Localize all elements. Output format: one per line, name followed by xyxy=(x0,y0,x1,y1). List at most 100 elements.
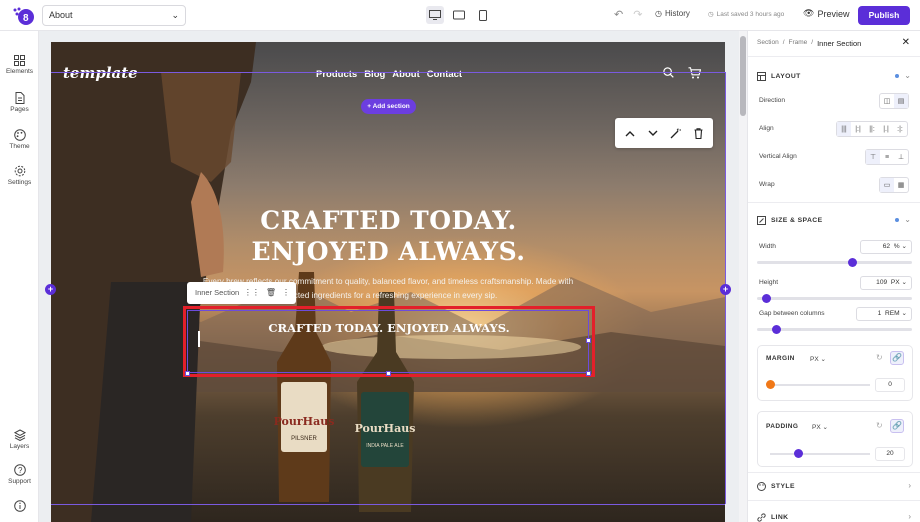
publish-button[interactable]: Publish xyxy=(858,6,910,25)
nav-link-blog[interactable]: Blog xyxy=(364,69,385,80)
page-select[interactable]: About ⌄ xyxy=(42,5,186,26)
padding-slider[interactable] xyxy=(770,453,870,455)
sidebar-item-settings[interactable]: Settings xyxy=(0,165,39,186)
valign-top-icon[interactable]: ⊤ xyxy=(866,150,880,164)
inner-section-frame[interactable] xyxy=(187,310,589,373)
gap-label: Gap between columns xyxy=(759,310,825,317)
sidebar-item-elements[interactable]: Elements xyxy=(0,55,39,75)
canvas-scrollbar[interactable] xyxy=(740,36,746,116)
layout-section-header[interactable]: LAYOUT xyxy=(757,72,801,81)
valign-bottom-icon[interactable]: ⊥ xyxy=(894,150,908,164)
width-value: 62 xyxy=(882,243,891,250)
svg-text:?: ? xyxy=(18,466,23,475)
gap-slider-knob[interactable] xyxy=(772,325,781,334)
undo-icon[interactable]: ↶ xyxy=(614,8,623,21)
breadcrumb-section[interactable]: Section xyxy=(757,39,779,48)
resize-handle[interactable] xyxy=(185,371,190,376)
sidebar-item-pages[interactable]: Pages xyxy=(0,92,39,113)
margin-value-input[interactable]: 0 xyxy=(875,378,905,392)
trash-icon[interactable]: 🗑 xyxy=(266,282,276,304)
site-logo[interactable]: template xyxy=(63,64,138,82)
height-unit[interactable]: PX xyxy=(891,279,900,286)
height-input[interactable]: 109 PX ⌄ xyxy=(860,276,912,290)
info-button[interactable] xyxy=(0,500,39,514)
direction-column-icon[interactable]: ▤ xyxy=(894,94,908,108)
editor-canvas[interactable]: PourHaus PILSNER PourHaus INDIA PALE ALE… xyxy=(39,31,739,522)
move-up-icon[interactable] xyxy=(625,130,635,137)
sidebar-item-layers[interactable]: Layers xyxy=(0,429,39,450)
link-icon xyxy=(757,513,766,522)
magic-wand-icon[interactable] xyxy=(670,128,682,139)
height-slider-knob[interactable] xyxy=(762,294,771,303)
padding-value-input[interactable]: 20 xyxy=(875,447,905,461)
size-space-section-header[interactable]: SIZE & SPACE xyxy=(757,216,823,225)
align-between-icon[interactable]: |.| xyxy=(879,122,893,136)
divider xyxy=(748,56,920,57)
padding-unit-select[interactable]: PX ⌄ xyxy=(812,423,828,431)
wrap-icon[interactable]: ▦ xyxy=(894,178,908,192)
link-values-icon[interactable]: 🔗 xyxy=(890,419,904,433)
reset-icon[interactable]: ↻ xyxy=(876,421,883,430)
info-icon xyxy=(13,500,26,512)
style-section-header[interactable]: STYLE xyxy=(757,482,795,491)
link-section-header[interactable]: LINK xyxy=(757,513,788,522)
resize-handle[interactable] xyxy=(586,338,591,343)
gap-slider[interactable] xyxy=(757,325,912,334)
breadcrumb-frame[interactable]: Frame xyxy=(789,39,808,48)
hero-headline[interactable]: CRAFTED TODAY. ENJOYED ALWAYS. xyxy=(226,205,551,267)
inner-section-title[interactable]: CRAFTED TODAY. ENJOYED ALWAYS. xyxy=(188,321,590,335)
height-slider[interactable] xyxy=(757,294,912,303)
nav-link-about[interactable]: About xyxy=(392,69,419,80)
sidebar-item-support[interactable]: ? Support xyxy=(0,464,39,485)
margin-unit-select[interactable]: PX ⌄ xyxy=(810,355,826,363)
margin-slider-knob[interactable] xyxy=(766,380,775,389)
history-button[interactable]: ◷ History xyxy=(655,9,690,18)
valign-middle-icon[interactable]: ≡ xyxy=(880,150,894,164)
width-unit[interactable]: % xyxy=(894,243,900,250)
nav-link-products[interactable]: Products xyxy=(316,69,357,80)
drag-handle-icon[interactable]: ⋮⋮ xyxy=(244,282,260,304)
resize-handle[interactable] xyxy=(586,371,591,376)
mobile-view-button[interactable] xyxy=(474,6,492,24)
align-around-icon[interactable]: :|: xyxy=(893,122,907,136)
preview-button[interactable]: 👁 Preview xyxy=(803,8,849,19)
direction-row-icon[interactable]: ◫ xyxy=(880,94,894,108)
palette-icon xyxy=(757,482,766,491)
app-logo-icon[interactable]: 8 xyxy=(12,6,34,26)
cart-icon[interactable] xyxy=(688,67,701,79)
trash-icon[interactable] xyxy=(694,127,703,139)
gap-unit[interactable]: REM xyxy=(885,310,900,317)
chevron-right-icon[interactable]: › xyxy=(908,512,911,521)
nav-link-contact[interactable]: Contact xyxy=(427,69,462,80)
reset-icon[interactable]: ↻ xyxy=(876,353,883,362)
width-input[interactable]: 62 % ⌄ xyxy=(860,240,912,254)
sidebar-item-theme[interactable]: Theme xyxy=(0,129,39,150)
padding-slider-knob[interactable] xyxy=(794,449,803,458)
add-right-button[interactable]: + xyxy=(720,284,731,295)
resize-handle[interactable] xyxy=(386,371,391,376)
width-slider[interactable] xyxy=(757,258,912,267)
inner-section-chip[interactable]: Inner Section ⋮⋮ 🗑 ⋮ xyxy=(187,282,296,304)
align-center-icon[interactable]: |:| xyxy=(851,122,865,136)
desktop-view-button[interactable] xyxy=(426,6,444,24)
chevron-right-icon[interactable]: › xyxy=(908,481,911,490)
changed-indicator xyxy=(895,74,899,78)
width-slider-knob[interactable] xyxy=(848,258,857,267)
add-section-button[interactable]: + Add section xyxy=(361,99,416,114)
add-left-button[interactable]: + xyxy=(45,284,56,295)
gap-input[interactable]: 1 REM ⌄ xyxy=(856,307,912,321)
align-start-icon[interactable]: ||| xyxy=(837,122,851,136)
move-down-icon[interactable] xyxy=(648,130,658,137)
chevron-down-icon[interactable]: ⌄ xyxy=(904,71,911,80)
tablet-view-button[interactable] xyxy=(450,6,468,24)
nowrap-icon[interactable]: ▭ xyxy=(880,178,894,192)
padding-unit: PX xyxy=(812,424,821,431)
more-options-icon[interactable]: ⋮ xyxy=(282,282,290,304)
close-icon[interactable]: ✕ xyxy=(902,37,910,48)
margin-slider[interactable] xyxy=(770,384,870,386)
align-end-icon[interactable]: ||: xyxy=(865,122,879,136)
link-values-icon[interactable]: 🔗 xyxy=(890,351,904,365)
hero-section[interactable]: PourHaus PILSNER PourHaus INDIA PALE ALE… xyxy=(51,42,725,522)
redo-icon[interactable]: ↷ xyxy=(633,8,642,21)
chevron-down-icon[interactable]: ⌄ xyxy=(904,215,911,224)
